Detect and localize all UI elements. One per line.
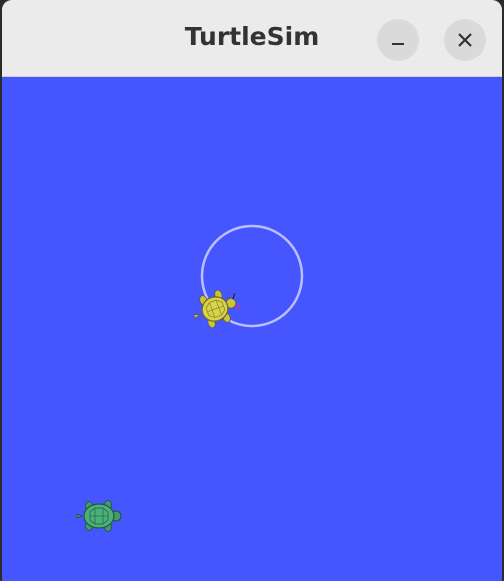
turtle-canvas (2, 77, 502, 581)
title-bar[interactable]: TurtleSim (2, 0, 502, 77)
minimize-button[interactable] (377, 19, 419, 61)
turtle2-icon (76, 500, 122, 532)
turtlesim-window: TurtleSim (2, 0, 502, 581)
window-title: TurtleSim (184, 22, 320, 51)
close-button[interactable] (444, 19, 486, 61)
minimize-icon (392, 43, 404, 45)
close-icon (458, 33, 472, 47)
turtle1-icon (193, 289, 241, 329)
turtle-canvas-drawing (76, 224, 304, 532)
